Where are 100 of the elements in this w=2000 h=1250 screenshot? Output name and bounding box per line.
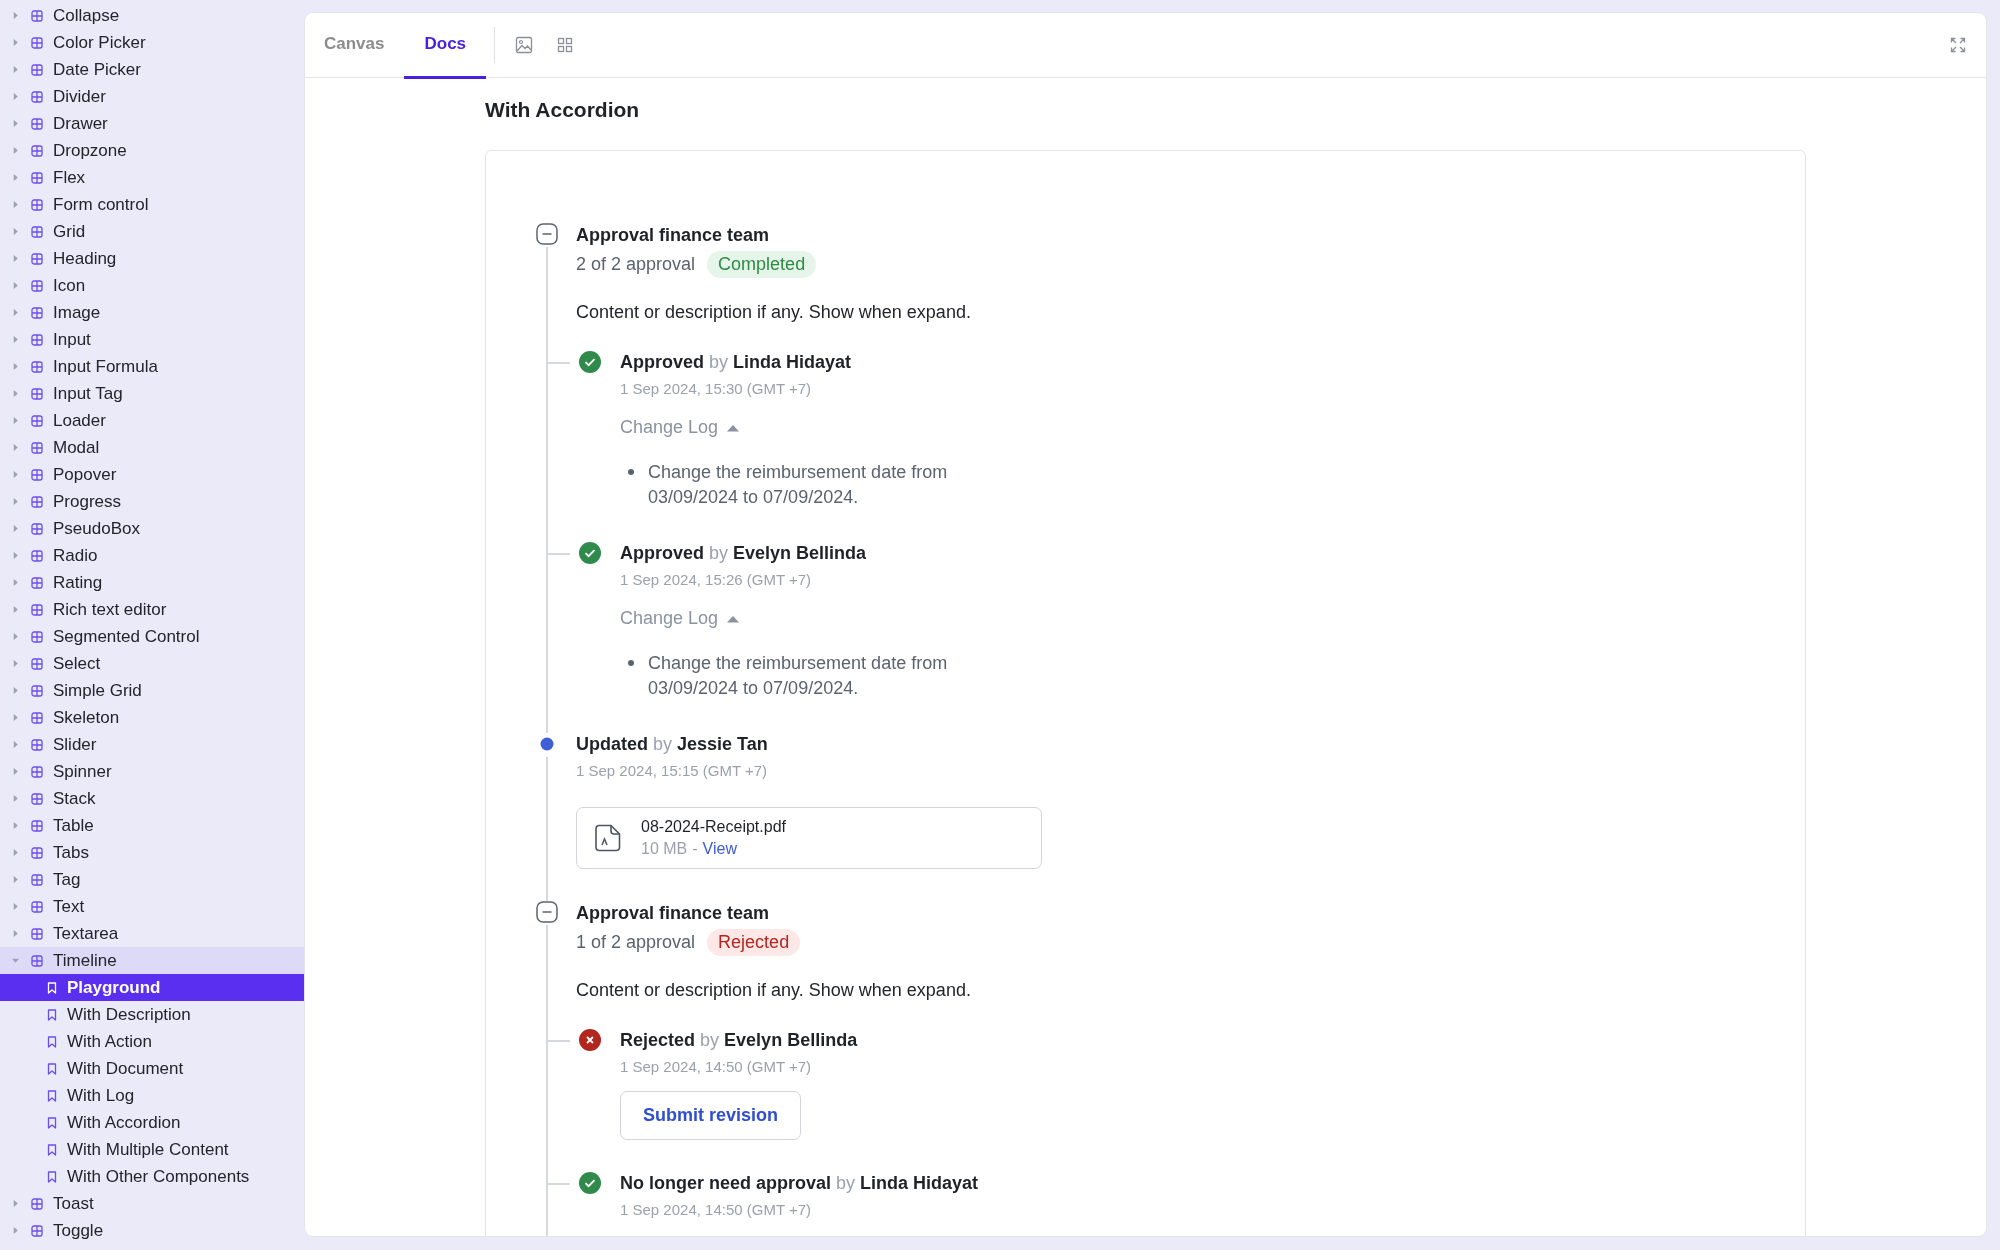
grid-icon [31,252,43,265]
grid-icon [31,738,43,751]
grid-icon [31,90,43,103]
sidebar-item[interactable]: Radio [0,542,304,569]
sidebar-item[interactable]: Rich text editor [0,596,304,623]
sidebar-item[interactable]: Form control [0,191,304,218]
grid-icon [31,279,43,292]
sidebar-item[interactable]: Toast [0,1190,304,1217]
caret-icon [12,714,19,721]
check-circle-icon [579,542,601,564]
sidebar-item[interactable]: Color Picker [0,29,304,56]
tab[interactable]: Docs [404,13,487,79]
sidebar-item[interactable]: With Other Components [0,1163,304,1190]
sidebar-item[interactable]: Divider [0,83,304,110]
sidebar-item[interactable]: Loader [0,407,304,434]
separator: - [692,840,698,858]
sidebar-item[interactable]: Collapse [0,2,304,29]
sidebar-item[interactable]: Input [0,326,304,353]
sidebar-item[interactable]: Text [0,893,304,920]
grid-icon [31,468,43,481]
caret-icon [12,255,19,262]
event-title: Updated by Jessie Tan [576,733,769,755]
grid-icon[interactable] [557,37,574,53]
sidebar-item[interactable]: Heading [0,245,304,272]
caret-icon [12,876,19,883]
grid-icon [31,36,43,49]
sidebar-item[interactable]: Timeline [0,947,304,974]
pdf-file-icon [595,824,621,852]
sidebar-item[interactable]: With Multiple Content [0,1136,304,1163]
sidebar-item[interactable]: Icon [0,272,304,299]
sidebar-item[interactable]: With Log [0,1082,304,1109]
sidebar-item[interactable]: Image [0,299,304,326]
sidebar-item[interactable]: Toggle [0,1217,304,1244]
view-link[interactable]: View [702,840,737,858]
caret-icon [12,552,19,559]
sidebar-item[interactable]: Playground [0,974,304,1001]
sidebar-item[interactable]: Stack [0,785,304,812]
caret-icon [12,822,19,829]
sidebar-item[interactable]: Select [0,650,304,677]
caret-icon [12,471,19,478]
grid-icon [31,225,43,238]
sidebar-item[interactable]: Modal [0,434,304,461]
caret-icon [12,282,19,289]
sidebar-item[interactable]: With Description [0,1001,304,1028]
fullscreen-icon[interactable] [1950,37,1966,53]
caret-icon [12,363,19,370]
sidebar-item[interactable]: Tabs [0,839,304,866]
bookmark-icon [47,1143,57,1156]
sidebar-item[interactable]: Slider [0,731,304,758]
sidebar-item[interactable]: Input Formula [0,353,304,380]
approval-count: 2 of 2 approval [576,254,696,275]
grid-icon [31,144,43,157]
sidebar-item[interactable]: Drawer [0,110,304,137]
group-description: Content or description if any. Show when expand. [576,980,972,1001]
collapse-icon[interactable] [536,901,558,923]
sidebar-item[interactable]: Progress [0,488,304,515]
event-title: No longer need approval by Linda Hidayat [620,1172,979,1194]
sidebar-item[interactable]: With Action [0,1028,304,1055]
sidebar-item[interactable]: Spinner [0,758,304,785]
file-size: 10 MB [641,840,688,858]
sidebar-item[interactable]: Popover [0,461,304,488]
status-badge: Completed [707,251,817,278]
sidebar-item[interactable]: Table [0,812,304,839]
sidebar-item[interactable]: Grid [0,218,304,245]
bookmark-icon [47,1116,57,1129]
sidebar-item[interactable]: Input Tag [0,380,304,407]
caret-icon [12,525,19,532]
sidebar-item[interactable]: Dropzone [0,137,304,164]
sidebar-item[interactable]: Textarea [0,920,304,947]
sidebar-item[interactable]: Flex [0,164,304,191]
sidebar-item[interactable]: Rating [0,569,304,596]
grid-icon [31,711,43,724]
grid-icon [31,603,43,616]
caret-icon [12,579,19,586]
sidebar-item[interactable]: With Accordion [0,1109,304,1136]
approval-count: 1 of 2 approval [576,932,696,953]
grid-icon [31,792,43,805]
event-title: Approved by Evelyn Bellinda [620,542,868,564]
sidebar-item[interactable]: Tag [0,866,304,893]
grid-icon [31,549,43,562]
grid-icon [31,954,43,967]
bookmark-icon [47,1062,57,1075]
sidebar-item[interactable]: Date Picker [0,56,304,83]
grid-icon [31,171,43,184]
grid-icon [31,333,43,346]
image-icon[interactable] [515,36,534,54]
grid-icon [31,684,43,697]
sidebar-item[interactable]: Simple Grid [0,677,304,704]
collapse-icon[interactable] [536,223,558,245]
sidebar-item[interactable]: Skeleton [0,704,304,731]
caret-icon [12,147,19,154]
caret-icon [12,390,19,397]
sidebar-item[interactable]: Segmented Control [0,623,304,650]
caret-icon [12,930,19,937]
sidebar-item[interactable]: PseudoBox [0,515,304,542]
grid-icon [31,819,43,832]
caret-icon [727,614,740,623]
sidebar-item[interactable]: With Document [0,1055,304,1082]
grid-icon [31,360,43,373]
submit-revision-button[interactable]: Submit revision [620,1091,802,1140]
